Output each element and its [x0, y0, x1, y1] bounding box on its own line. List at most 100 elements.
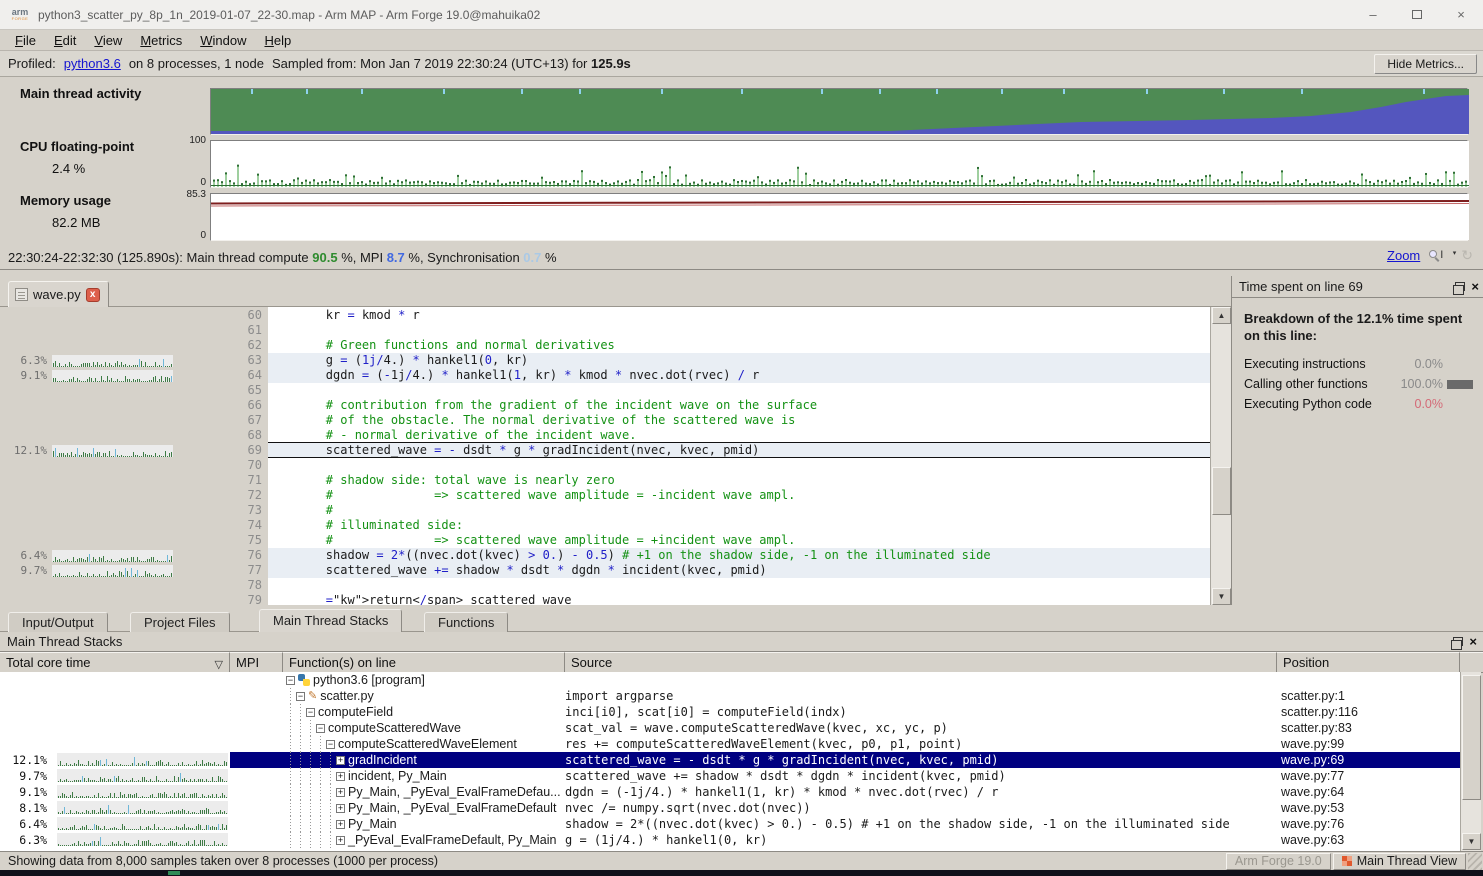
expand-icon[interactable]: + [336, 756, 345, 765]
main-thread-activity-chart[interactable] [210, 88, 1468, 135]
tab-functions[interactable]: Functions [424, 612, 508, 632]
column-position[interactable]: Position [1277, 652, 1460, 673]
stack-row-py-main-pyeval-evalframedefault[interactable]: 8.1%+Py_Main, _PyEval_EvalFrameDefaultnv… [0, 800, 1460, 816]
code-area[interactable]: kr = kmod * r # Green functions and norm… [268, 307, 1210, 605]
code-line-71[interactable]: # shadow side: total wave is nearly zero [268, 473, 1210, 488]
line-percent: 12.1% [0, 444, 52, 457]
menu-metrics[interactable]: Metrics [131, 31, 191, 50]
menu-file[interactable]: File [6, 31, 45, 50]
tab-close-icon[interactable]: x [86, 288, 100, 302]
forge-pinwheel-icon [1342, 856, 1352, 866]
minimize-button[interactable]: – [1351, 0, 1395, 29]
cell-function: −computeField [283, 704, 565, 720]
code-line-61[interactable] [268, 323, 1210, 338]
code-line-79[interactable]: ="kw">return</span> scattered_wave [268, 593, 1210, 605]
zoom-link[interactable]: Zoom [1387, 248, 1420, 263]
menu-view[interactable]: View [85, 31, 131, 50]
line-number: 77 [228, 563, 262, 578]
stack-row-computescatteredwaveelement[interactable]: −computeScatteredWaveElementres += compu… [0, 736, 1460, 752]
close-panel-icon[interactable]: × [1471, 282, 1479, 292]
code-line-67[interactable]: # of the obstacle. The normal derivative… [268, 413, 1210, 428]
code-line-75[interactable]: # => scattered wave amplitude = +inciden… [268, 533, 1210, 548]
stack-row-incident-py-main[interactable]: 9.7%+incident, Py_Mainscattered_wave += … [0, 768, 1460, 784]
tab-main-thread-stacks[interactable]: Main Thread Stacks [259, 609, 402, 632]
collapse-icon[interactable]: − [296, 692, 305, 701]
menu-help[interactable]: Help [255, 31, 300, 50]
expand-icon[interactable]: + [336, 836, 345, 845]
function-label: gradIncident [348, 752, 417, 768]
collapse-icon[interactable]: − [306, 708, 315, 717]
maximize-button[interactable] [1395, 0, 1439, 29]
stacks-scroll-thumb[interactable] [1462, 675, 1481, 800]
collapse-icon[interactable]: − [326, 740, 335, 749]
sync-percent: 0.7 [523, 250, 541, 265]
status-bar: Showing data from 8,000 samples taken ov… [0, 851, 1483, 870]
code-line-66[interactable]: # contribution from the gradient of the … [268, 398, 1210, 413]
line-number-column: 6061626364656667686970717273747576777879 [228, 307, 268, 605]
code-line-63[interactable]: g = (1j/4.) * hankel1(0, kr) [268, 353, 1210, 368]
expand-icon[interactable]: + [336, 820, 345, 829]
cpu-floating-point-chart[interactable] [210, 140, 1468, 188]
column-mpi[interactable]: MPI [230, 652, 283, 673]
stack-row-gradincident[interactable]: 12.1%+gradIncidentscattered_wave = - dsd… [0, 752, 1460, 768]
scroll-down-icon[interactable]: ▼ [1212, 588, 1231, 605]
close-stacks-icon[interactable]: × [1469, 637, 1477, 647]
expand-icon[interactable]: + [336, 772, 345, 781]
view-selector-button[interactable]: Main Thread View [1333, 853, 1466, 870]
editor-scroll-thumb[interactable] [1212, 467, 1231, 515]
code-line-64[interactable]: dgdn = (-1j/4.) * hankel1(1, kr) * kmod … [268, 368, 1210, 383]
code-line-73[interactable]: # [268, 503, 1210, 518]
code-line-65[interactable] [268, 383, 1210, 398]
stack-row-py-main-pyeval-evalframedefau-[interactable]: 9.1%+Py_Main, _PyEval_EvalFrameDefau...d… [0, 784, 1460, 800]
code-line-62[interactable]: # Green functions and normal derivatives [268, 338, 1210, 353]
resize-grip[interactable] [1468, 853, 1482, 870]
stack-row--pyeval-evalframedefault-py-main[interactable]: 6.3%+_PyEval_EvalFrameDefault, Py_Maing … [0, 832, 1460, 848]
menu-window[interactable]: Window [191, 31, 255, 50]
breakdown-value: 0.0% [1415, 397, 1444, 411]
code-line-60[interactable]: kr = kmod * r [268, 308, 1210, 323]
memory-usage-chart[interactable] [210, 193, 1468, 241]
undock-panel-icon[interactable] [1455, 282, 1465, 291]
line-time-69: 12.1% [0, 444, 173, 457]
undock-stacks-icon[interactable] [1453, 637, 1463, 646]
expand-icon[interactable]: + [336, 788, 345, 797]
column-functions-on-line[interactable]: Function(s) on line [283, 652, 565, 673]
tab-input-output[interactable]: Input/Output [8, 612, 108, 632]
code-line-68[interactable]: # - normal derivative of the incident wa… [268, 428, 1210, 443]
stack-row-scatter-py[interactable]: −✎scatter.pyimport argparsescatter.py:1 [0, 688, 1460, 704]
code-line-72[interactable]: # => scattered wave amplitude = -inciden… [268, 488, 1210, 503]
code-line-78[interactable] [268, 578, 1210, 593]
stacks-scroll-down-icon[interactable]: ▼ [1462, 833, 1481, 850]
collapse-icon[interactable]: − [316, 724, 325, 733]
breakdown-label: Executing instructions [1244, 357, 1366, 371]
column-source[interactable]: Source [565, 652, 1277, 673]
reset-zoom-icon[interactable]: ↻ [1461, 247, 1473, 264]
expand-icon[interactable]: + [336, 804, 345, 813]
tab-project-files[interactable]: Project Files [130, 612, 230, 632]
stacks-vertical-scrollbar[interactable]: ▼ [1460, 672, 1481, 851]
taskbar-icon [168, 871, 180, 875]
editor-vertical-scrollbar[interactable]: ▲ ▼ [1210, 307, 1231, 605]
cell-total-core-time [0, 704, 230, 720]
stack-row-computefield[interactable]: −computeFieldinci[i0], scat[i0] = comput… [0, 704, 1460, 720]
zoom-select-icon[interactable]: I [1429, 248, 1443, 264]
code-line-70[interactable] [268, 458, 1210, 473]
title-bar: arm FORGE python3_scatter_py_8p_1n_2019-… [0, 0, 1483, 30]
profiled-target-link[interactable]: python3.6 [64, 56, 121, 71]
hide-metrics-button[interactable]: Hide Metrics... [1374, 54, 1477, 74]
code-line-77[interactable]: scattered_wave += shadow * dsdt * dgdn *… [268, 563, 1210, 578]
line-number: 78 [228, 578, 262, 593]
metric-label-cpu: CPU floating-point [20, 139, 134, 154]
tab-wave-py[interactable]: wave.py x [8, 281, 109, 307]
code-line-69[interactable]: scattered_wave = - dsdt * g * gradIncide… [268, 442, 1210, 458]
column-total-core-time[interactable]: Total core time▽ [0, 652, 230, 673]
code-line-76[interactable]: shadow = 2*((nvec.dot(kvec) > 0.) - 0.5)… [268, 548, 1210, 563]
code-line-74[interactable]: # illuminated side: [268, 518, 1210, 533]
menu-edit[interactable]: Edit [45, 31, 85, 50]
collapse-icon[interactable]: − [286, 676, 295, 685]
stack-row-python3-6-program-[interactable]: −python3.6 [program] [0, 672, 1460, 688]
scroll-up-icon[interactable]: ▲ [1212, 307, 1231, 324]
close-button[interactable]: × [1439, 0, 1483, 29]
stack-row-computescatteredwave[interactable]: −computeScatteredWavescat_val = wave.com… [0, 720, 1460, 736]
stack-row-py-main[interactable]: 6.4%+Py_Mainshadow = 2*((nvec.dot(kvec) … [0, 816, 1460, 832]
